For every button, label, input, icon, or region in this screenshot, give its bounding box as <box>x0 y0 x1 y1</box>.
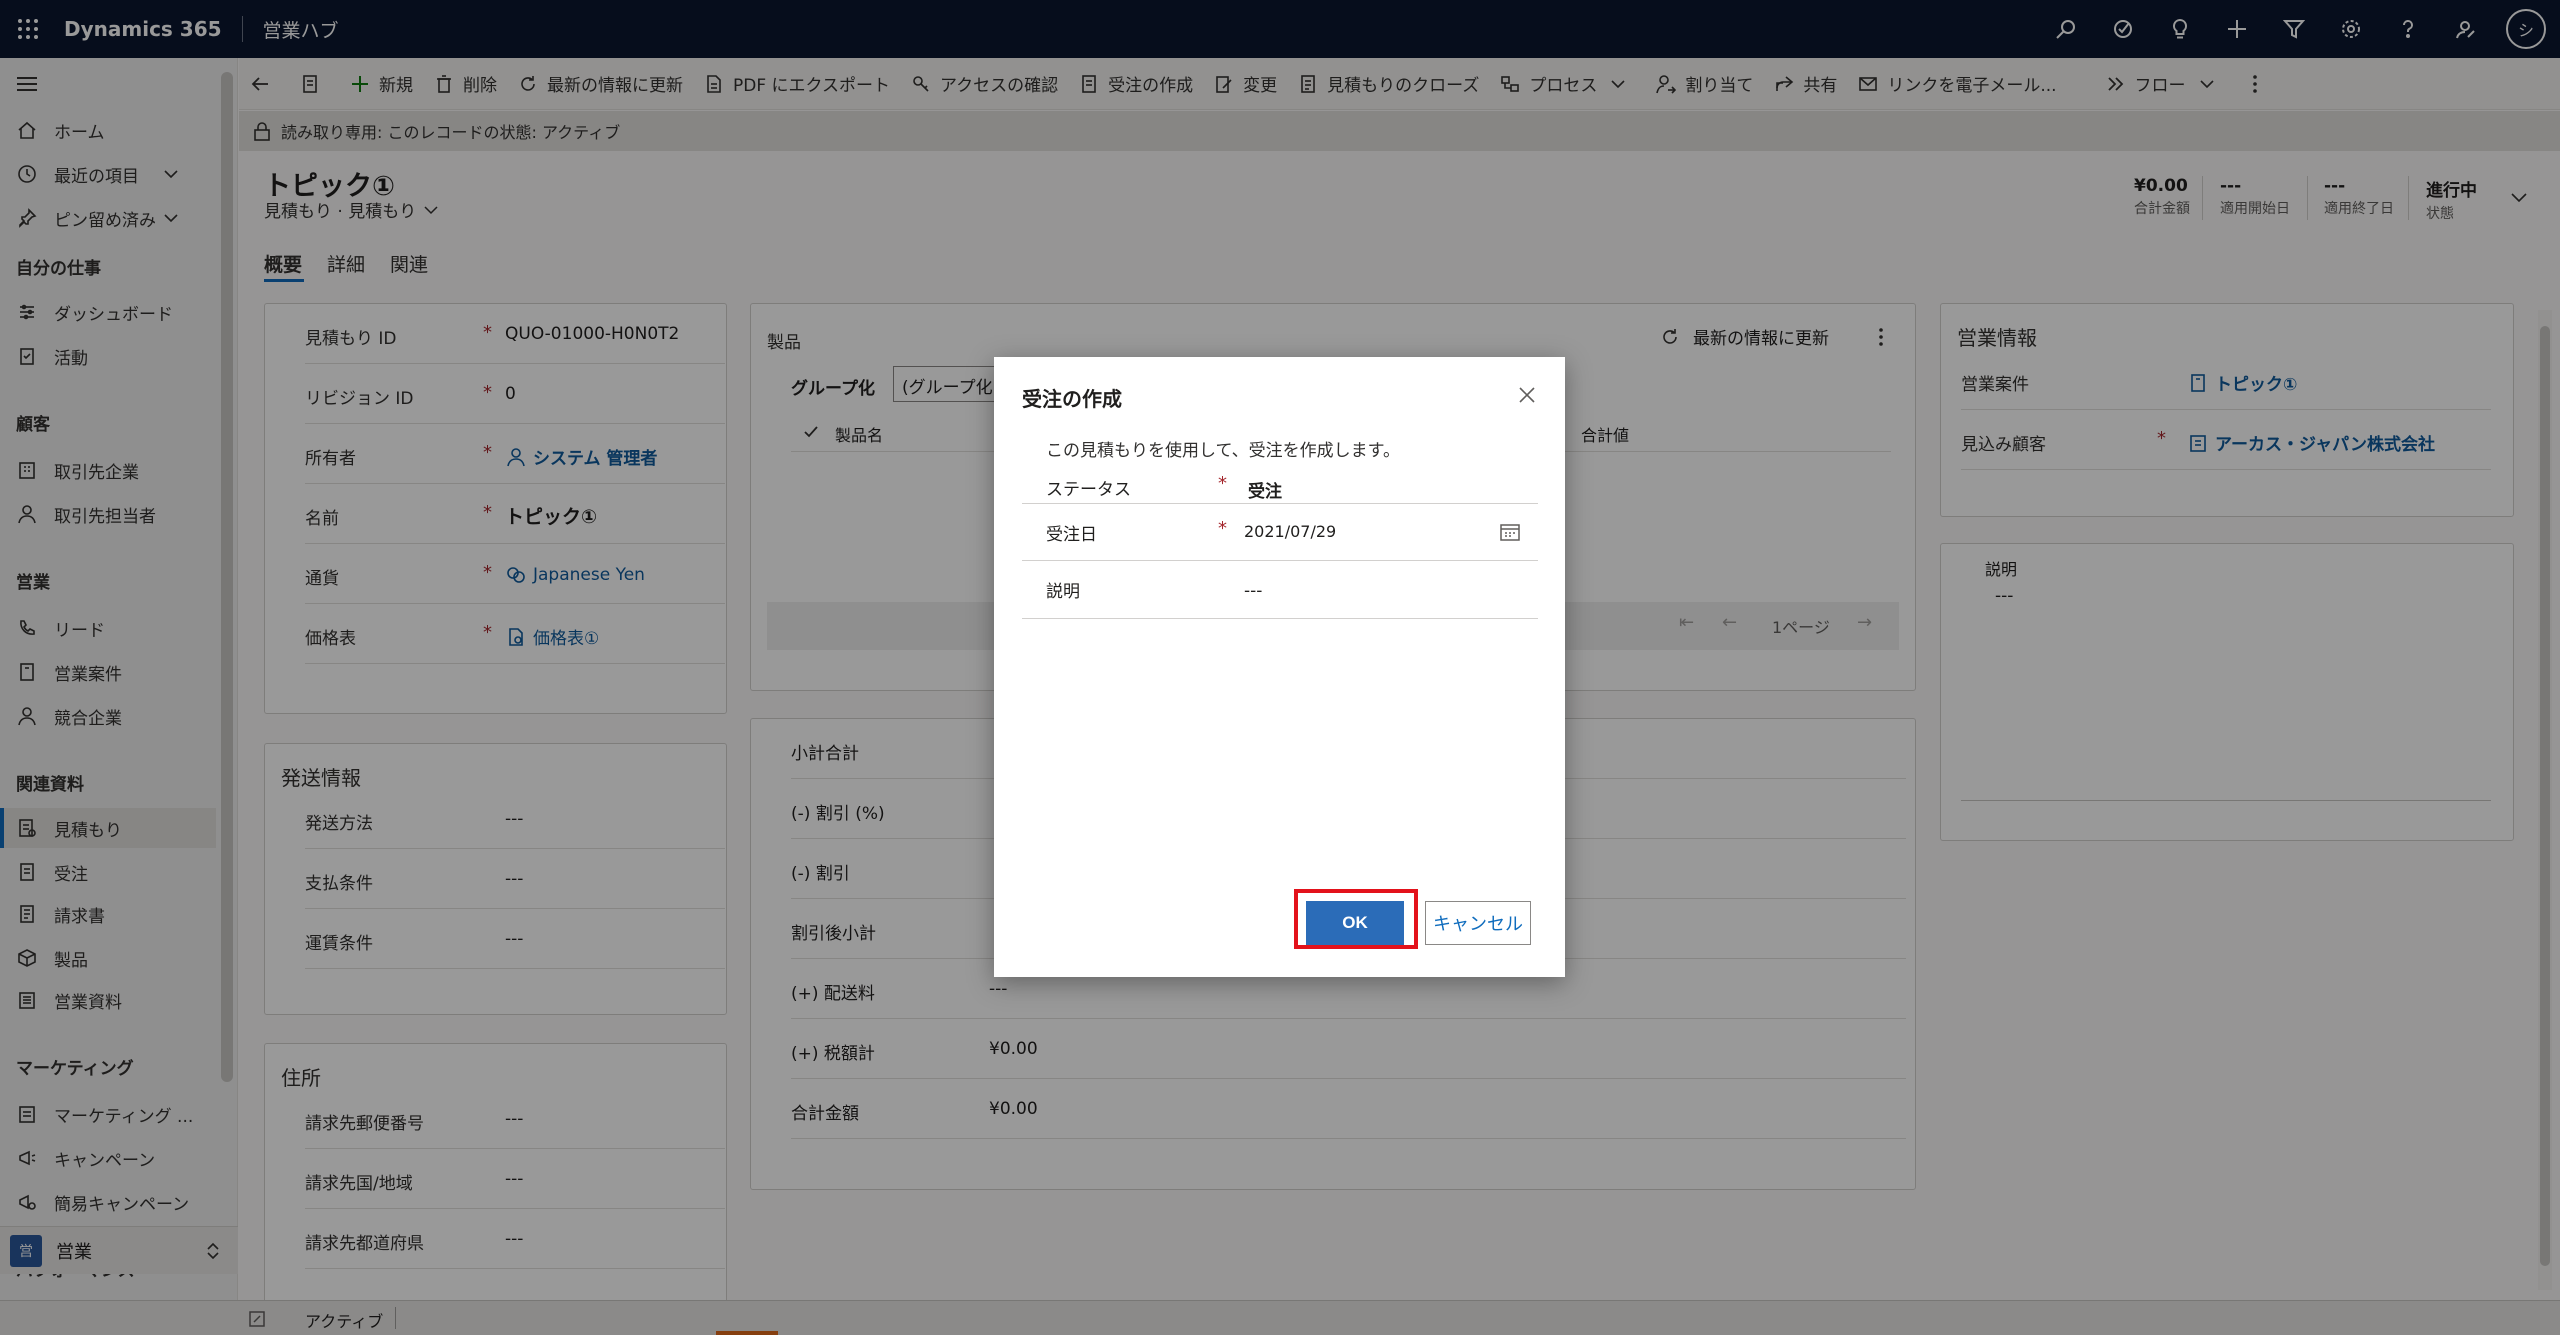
required-marker: * <box>1218 473 1227 494</box>
order-description-label: 説明 <box>1046 582 1080 602</box>
order-date-label: 受注日 <box>1046 525 1097 545</box>
cancel-button[interactable]: キャンセル <box>1425 901 1531 945</box>
dialog-title: 受注の作成 <box>1022 387 1122 411</box>
ok-button[interactable]: OK <box>1306 901 1404 945</box>
order-status-value[interactable]: 受注 <box>1248 477 1282 502</box>
order-date-field: 受注日 * 2021/07/29 <box>1022 503 1538 561</box>
required-marker: * <box>1218 518 1227 539</box>
order-date-input[interactable]: 2021/07/29 <box>1244 522 1336 541</box>
create-order-dialog: 受注の作成 この見積もりを使用して、受注を作成します。 ステータス * 受注 受… <box>994 357 1565 977</box>
close-icon[interactable] <box>1515 383 1539 407</box>
order-status-label: ステータス <box>1046 480 1131 500</box>
order-description-field: 説明 --- <box>1022 561 1538 619</box>
dialog-description: この見積もりを使用して、受注を作成します。 <box>1046 441 1400 461</box>
calendar-icon[interactable] <box>1498 520 1522 544</box>
order-description-value[interactable]: --- <box>1244 581 1262 601</box>
